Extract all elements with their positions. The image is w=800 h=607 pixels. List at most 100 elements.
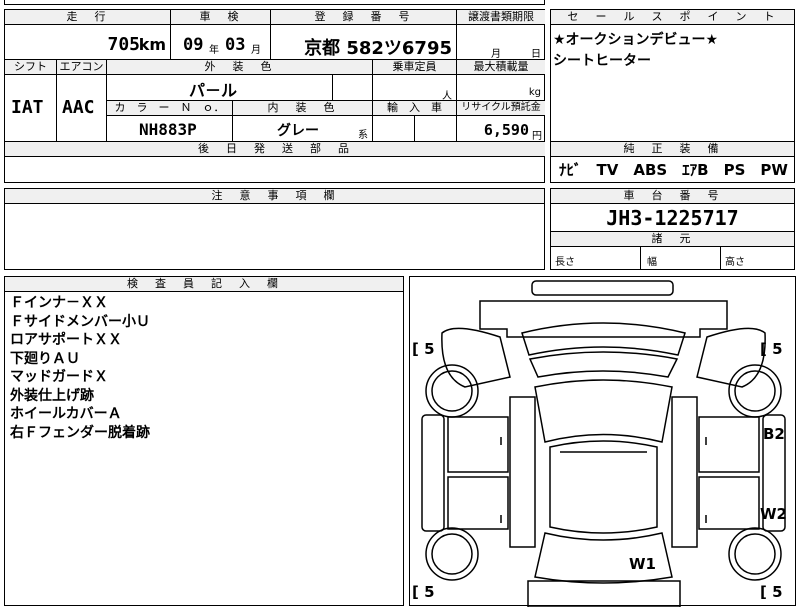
exterior-color-extra-cell bbox=[333, 75, 373, 101]
capacity-cell: 人 bbox=[373, 75, 457, 102]
equipment-header: 純 正 装 備 bbox=[551, 142, 794, 157]
inspector-line: 右Ｆフェンダー脱着跡 bbox=[10, 424, 150, 441]
dims-header: 諸 元 bbox=[551, 231, 794, 247]
tire-tread-rear-right: [ 5 bbox=[760, 583, 783, 601]
inspector-lines: Ｆインナ－ＸＸ Ｆサイドメンバー小Ｕ ロアサポートＸＸ 下廻りＡＵ マッドガード… bbox=[10, 294, 150, 442]
width-label: 幅 bbox=[647, 257, 657, 268]
sales-points-header: セ ー ル ス ポ イ ン ト bbox=[551, 10, 794, 25]
import-cell-a bbox=[373, 116, 415, 142]
right-side-panel bbox=[671, 396, 698, 548]
car-diagram bbox=[421, 280, 786, 607]
chassis-number: JH3-1225717 bbox=[606, 206, 739, 230]
sales-point-line: シートヒーター bbox=[553, 53, 651, 69]
max-load-header: 最大積載量 bbox=[457, 60, 545, 75]
shift-cell: IAT bbox=[5, 75, 57, 142]
import-header: 輸 入 車 bbox=[373, 101, 457, 116]
top-strip bbox=[4, 0, 545, 5]
exterior-color-value: パ－ル bbox=[189, 81, 238, 100]
notes-panel: 注 意 事 項 欄 bbox=[4, 188, 545, 270]
roof bbox=[549, 440, 658, 534]
inspection-year-unit: 年 bbox=[209, 45, 219, 56]
inspector-line: Ｆインナ－ＸＸ bbox=[10, 295, 108, 311]
length-label: 長さ bbox=[555, 257, 575, 268]
damage-mark-w1: W1 bbox=[629, 555, 656, 573]
aircon-value: AAC bbox=[62, 97, 95, 118]
inspection-month-unit: 月 bbox=[251, 45, 261, 56]
interior-color-header: 内 装 色 bbox=[233, 101, 373, 116]
rear-left-wheel bbox=[425, 527, 479, 581]
inspector-panel: 検 査 員 記 入 欄 Ｆインナ－ＸＸ Ｆサイドメンバー小Ｕ ロアサポートＸＸ … bbox=[4, 276, 404, 606]
vehicle-info-table: 走 行 車 検 登 録 番 号 譲渡書類期限 705 km 09 年 03 月 … bbox=[4, 9, 545, 183]
chassis-header: 車 台 番 号 bbox=[551, 189, 794, 204]
registration-cell: 京都 582ツ6795 bbox=[271, 25, 457, 60]
aircon-header: エアコン bbox=[57, 60, 107, 75]
hood bbox=[521, 322, 686, 356]
front-right-wheel bbox=[728, 364, 782, 418]
recycle-cell: 6,590 円 bbox=[457, 116, 545, 142]
later-parts-header: 後 日 発 送 部 品 bbox=[5, 142, 545, 157]
inspection-cell: 09 年 03 月 bbox=[171, 25, 271, 60]
color-no-cell: NH883P bbox=[107, 116, 233, 142]
recycle-header: リサイクル預託金 bbox=[457, 101, 545, 116]
dims-row: 長さ 幅 高さ bbox=[551, 246, 794, 269]
left-front-door bbox=[447, 416, 509, 473]
length-cell: 長さ bbox=[551, 246, 641, 269]
hood-inner bbox=[528, 351, 679, 378]
right-rear-door bbox=[698, 476, 760, 530]
inspection-year: 09 bbox=[183, 35, 204, 55]
right-front-door bbox=[698, 416, 760, 473]
mileage-header: 走 行 bbox=[5, 10, 171, 25]
tire-tread-front-left: [ 5 bbox=[412, 340, 435, 358]
max-load-cell: kg bbox=[457, 75, 545, 101]
color-no-header: カ ラ ー Ｎ ｏ． bbox=[107, 101, 233, 116]
capacity-header: 乗車定員 bbox=[373, 60, 457, 75]
car-diagram-panel: [ 5 [ 5 [ 5 [ 5 B2 W2 W1 bbox=[409, 276, 796, 607]
transfer-month-unit: 月 bbox=[491, 49, 501, 60]
tire-tread-front-right: [ 5 bbox=[760, 340, 783, 358]
right-front-fender bbox=[696, 327, 766, 388]
bumper-top bbox=[531, 280, 674, 296]
trunk bbox=[527, 580, 681, 607]
left-rear-door bbox=[447, 476, 509, 530]
damage-mark-w2: W2 bbox=[760, 505, 787, 523]
transfer-deadline-cell: 月 日 bbox=[457, 25, 545, 60]
later-parts-area bbox=[5, 157, 545, 183]
damage-mark-b2: B2 bbox=[763, 425, 785, 443]
recycle-unit: 円 bbox=[532, 131, 542, 142]
left-side-panel bbox=[509, 396, 536, 548]
color-no-value: NH883P bbox=[139, 120, 197, 139]
inspection-header: 車 検 bbox=[171, 10, 271, 25]
aircon-cell: AAC bbox=[57, 75, 107, 142]
recycle-amount: 6,590 bbox=[483, 121, 529, 139]
interior-color-value: グレー bbox=[277, 123, 319, 139]
inspector-line: ホイールカバーＡ bbox=[10, 406, 122, 422]
max-load-unit: kg bbox=[528, 87, 541, 98]
equipment-panel: 純 正 装 備 ﾅﾋﾞ TV ABS ｴｱB PS PW bbox=[550, 141, 795, 183]
rear-right-wheel bbox=[728, 527, 782, 581]
capacity-unit: 人 bbox=[442, 91, 452, 102]
import-cell-b bbox=[415, 116, 457, 142]
exterior-color-cell: パ－ル bbox=[107, 75, 333, 101]
chassis-panel: 車 台 番 号 JH3-1225717 諸 元 長さ 幅 高さ bbox=[550, 188, 795, 270]
equipment-value: ﾅﾋﾞ TV ABS ｴｱB PS PW bbox=[559, 161, 788, 179]
interior-color-suffix: 系 bbox=[358, 130, 368, 141]
sales-point-line: ★オークションデビュー★ bbox=[553, 32, 719, 48]
height-cell: 高さ bbox=[721, 246, 794, 269]
sales-points-panel: セ ー ル ス ポ イ ン ト ★オークションデビュー★ シートヒーター bbox=[550, 9, 795, 142]
left-front-fender bbox=[441, 327, 511, 388]
transfer-day-unit: 日 bbox=[531, 49, 541, 60]
interior-color-cell: グレー 系 bbox=[233, 116, 373, 142]
inspector-line: ロアサポートＸＸ bbox=[10, 332, 122, 348]
inspection-month: 03 bbox=[225, 35, 246, 55]
left-pillar bbox=[421, 414, 445, 532]
shift-value: IAT bbox=[11, 97, 44, 118]
registration-header: 登 録 番 号 bbox=[271, 10, 457, 25]
windshield bbox=[534, 379, 673, 443]
exterior-color-header: 外 装 色 bbox=[107, 60, 373, 75]
registration-value: 京都 582ツ6795 bbox=[304, 38, 452, 59]
mileage-value: 705 bbox=[107, 34, 140, 55]
width-cell: 幅 bbox=[641, 246, 721, 269]
transfer-deadline-header: 譲渡書類期限 bbox=[457, 10, 545, 25]
shift-header: シフト bbox=[5, 60, 57, 75]
inspector-line: Ｆサイドメンバー小Ｕ bbox=[10, 313, 150, 330]
